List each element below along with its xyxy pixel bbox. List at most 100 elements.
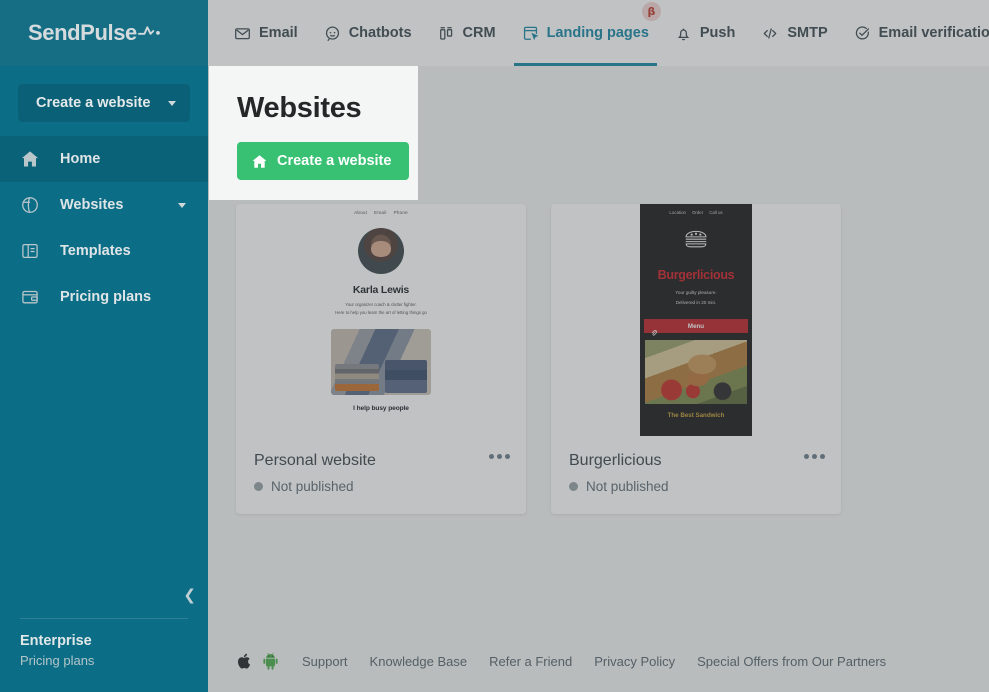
pulse-wave-icon — [137, 23, 164, 44]
footer-link-knowledge-base[interactable]: Knowledge Base — [370, 654, 468, 669]
spotlight-create-website-label: Create a website — [277, 153, 392, 169]
status-dot-icon — [569, 482, 578, 491]
template-icon — [20, 240, 46, 262]
preview-subtitle-2: Here to help you learn the art of lettin… — [335, 310, 427, 316]
android-icon[interactable] — [263, 652, 278, 670]
topnav-item-landing-pages[interactable]: Landing pages β — [513, 0, 661, 66]
topnav-label: Email — [259, 25, 298, 41]
apple-icon[interactable] — [236, 652, 251, 670]
page-footer: Support Knowledge Base Refer a Friend Pr… — [208, 630, 989, 692]
status-label: Not published — [586, 479, 669, 494]
burgerlicious-preview: Location Order Call us Burgerlicious You… — [640, 204, 752, 436]
topnav-label: SMTP — [787, 25, 828, 41]
preview-nav-item: Phone — [393, 210, 408, 215]
home-icon — [20, 148, 46, 170]
topnav-label: CRM — [462, 25, 496, 41]
check-circle-icon — [854, 25, 871, 42]
crm-columns-icon — [438, 25, 455, 42]
topnav-item-email-verification[interactable]: Email verification — [854, 0, 989, 66]
brand-name: SendPulse — [28, 20, 137, 45]
footer-link-special-offers[interactable]: Special Offers from Our Partners — [697, 654, 886, 669]
footer-link-privacy-policy[interactable]: Privacy Policy — [594, 654, 675, 669]
website-status: Not published — [254, 479, 508, 494]
top-navigation: Email Chatbots CRM Landing pages β Push … — [208, 0, 989, 66]
divider — [20, 618, 188, 619]
preview-menu-label: Menu — [687, 322, 705, 330]
ellipsis-icon[interactable] — [804, 454, 825, 459]
sidebar-item-home[interactable]: Home — [0, 136, 208, 182]
website-status: Not published — [569, 479, 823, 494]
website-card[interactable]: About Email Phone Karla Lewis Your organ… — [236, 204, 526, 514]
chevron-down-icon — [178, 202, 186, 208]
topnav-item-email[interactable]: Email — [234, 0, 298, 66]
topnav-item-push[interactable]: Push — [675, 0, 735, 66]
website-thumbnail[interactable]: About Email Phone Karla Lewis Your organ… — [236, 204, 526, 436]
preview-nav: About Email Phone — [325, 210, 437, 215]
preview-nav-item: Call us — [709, 210, 723, 215]
sidebar-item-templates[interactable]: Templates — [0, 228, 208, 274]
chevron-left-icon[interactable]: ❮ — [183, 586, 196, 604]
plan-name: Enterprise — [20, 633, 92, 649]
sidebar-item-pricing-plans[interactable]: Pricing plans — [0, 274, 208, 320]
preview-subtitle-1: Your guilty pleasure. — [675, 290, 717, 295]
preview-subtitle-2: Delivered in 20 min. — [675, 299, 717, 305]
websites-card-grid: About Email Phone Karla Lewis Your organ… — [208, 180, 989, 514]
footer-link-refer-a-friend[interactable]: Refer a Friend — [489, 654, 572, 669]
website-card-footer: Personal website Not published — [236, 436, 526, 514]
chevron-down-icon — [168, 100, 176, 106]
personal-website-preview: About Email Phone Karla Lewis Your organ… — [325, 204, 437, 436]
preview-nav-item: Order — [691, 210, 704, 215]
sidebar-collapse-row: ❮ — [0, 586, 208, 616]
preview-photo — [331, 329, 431, 396]
preview-nav-item: Location — [669, 210, 686, 215]
sidebar-plan-block: Enterprise Pricing plans — [0, 633, 208, 692]
topnav-item-crm[interactable]: CRM — [438, 0, 496, 66]
preview-menu-button: Menu — [644, 319, 748, 336]
bell-icon — [675, 25, 692, 42]
topnav-item-chatbots[interactable]: Chatbots — [324, 0, 412, 66]
ellipsis-icon[interactable] — [489, 454, 510, 459]
sidebar-create-website-button[interactable]: Create a website — [18, 84, 190, 122]
brand-logo[interactable]: SendPulse — [0, 0, 208, 66]
burger-icon — [640, 229, 752, 254]
preview-photo — [645, 340, 747, 405]
topnav-item-smtp[interactable]: SMTP — [761, 0, 828, 66]
preview-nav-item: About — [354, 210, 368, 215]
preview-subtitle-1: Your organizer coach & clutter fighter. — [345, 302, 417, 307]
sidebar-item-label: Websites — [60, 197, 124, 213]
code-brackets-icon — [761, 25, 779, 42]
preview-cta: I help busy people — [353, 405, 409, 413]
preview-heading: Burgerlicious — [657, 268, 735, 282]
avatar — [358, 228, 404, 274]
website-card-title: Personal website — [254, 452, 376, 469]
sidebar-item-websites[interactable]: Websites — [0, 182, 208, 228]
spotlight-content: Websites Create a website — [209, 66, 418, 200]
website-card-footer: Burgerlicious Not published — [551, 436, 841, 514]
preview-cta: The Best Sandwich — [667, 412, 725, 420]
footer-link-support[interactable]: Support — [302, 654, 348, 669]
plan-pricing-link[interactable]: Pricing plans — [20, 653, 188, 668]
spotlight-page-title: Websites — [237, 92, 362, 124]
spotlight-create-a-website-button[interactable]: Create a website — [237, 142, 410, 180]
topnav-label: Landing pages — [546, 25, 649, 41]
website-card[interactable]: Location Order Call us Burgerlicious You… — [551, 204, 841, 514]
app-root: Email Chatbots CRM Landing pages β Push … — [0, 0, 989, 692]
sidebar-item-label: Pricing plans — [60, 289, 152, 305]
paperclip-icon — [651, 323, 658, 341]
website-card-title: Burgerlicious — [569, 452, 662, 469]
topnav-label: Chatbots — [348, 25, 412, 41]
globe-icon — [20, 194, 46, 216]
landing-page-icon — [522, 25, 539, 42]
onboarding-spotlight-panel: Websites Create a website — [209, 66, 418, 200]
footer-links: Support Knowledge Base Refer a Friend Pr… — [302, 654, 886, 669]
preview-heading: Karla Lewis — [352, 284, 410, 296]
home-icon — [251, 153, 268, 170]
topnav-label: Email verification — [878, 25, 989, 41]
chat-bubble-icon — [324, 25, 341, 42]
website-thumbnail[interactable]: Location Order Call us Burgerlicious You… — [551, 204, 841, 436]
status-label: Not published — [271, 479, 354, 494]
status-dot-icon — [254, 482, 263, 491]
preview-nav: Location Order Call us — [640, 210, 752, 215]
preview-nav-item: Email — [374, 210, 387, 215]
